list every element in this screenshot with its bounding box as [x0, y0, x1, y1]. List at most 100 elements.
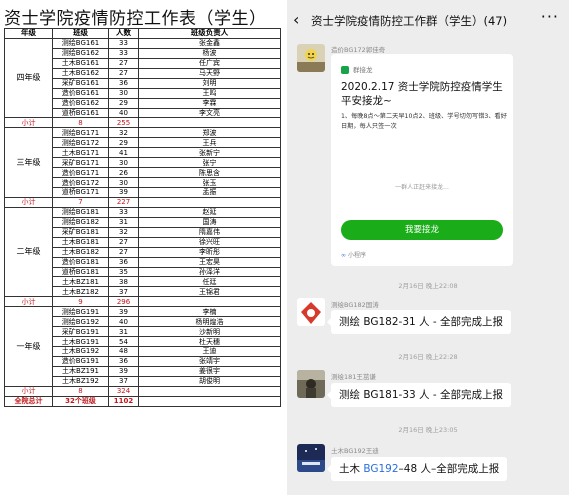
- cell-class[interactable]: 造价BG172: [52, 177, 109, 188]
- cell-class[interactable]: 造价BG171: [52, 167, 109, 179]
- cell-grade[interactable]: 四年级: [4, 37, 53, 119]
- cell-leader[interactable]: 李楠: [138, 306, 281, 318]
- cell-class[interactable]: 土木BZ191: [52, 365, 109, 377]
- cell-class[interactable]: 道桥BG171: [52, 187, 109, 198]
- cell-grade[interactable]: 小计: [4, 385, 53, 397]
- more-icon[interactable]: ···: [541, 8, 559, 26]
- cell-count[interactable]: 33: [108, 47, 139, 59]
- cell-count[interactable]: 31: [108, 216, 139, 228]
- cell-count[interactable]: 30: [108, 157, 139, 169]
- cell-class[interactable]: 道桥BG181: [52, 266, 109, 278]
- cell-leader[interactable]: 任廷: [138, 276, 281, 288]
- message-bubble[interactable]: 测绘 BG182-31 人 - 全部完成上报: [327, 310, 511, 334]
- message-bubble[interactable]: 测绘 BG181-33 人 - 全部完成上报: [327, 383, 511, 407]
- jielong-card[interactable]: 群接龙 2020.2.17 资士学院防控疫情学生平安接龙~ 1、每晚8点～第二天…: [331, 54, 513, 266]
- cell-leader[interactable]: [138, 196, 281, 208]
- cell-leader[interactable]: 孙泽洋: [138, 266, 281, 278]
- cell-count[interactable]: 35: [108, 266, 139, 278]
- cell-class[interactable]: 土木BG181: [52, 236, 109, 248]
- cell-class[interactable]: 土木BZ182: [52, 286, 109, 298]
- cell-grade[interactable]: 小计: [4, 196, 53, 208]
- cell-class[interactable]: 造价BG161: [52, 87, 109, 99]
- cell-count[interactable]: 37: [108, 286, 139, 298]
- cell-leader[interactable]: 李昕彤: [138, 246, 281, 258]
- cell-leader[interactable]: 姜很宇: [138, 365, 281, 377]
- cell-count[interactable]: 27: [108, 67, 139, 79]
- cell-count[interactable]: 36: [108, 77, 139, 89]
- cell-leader[interactable]: [138, 395, 281, 407]
- cell-grade[interactable]: 小计: [4, 296, 53, 308]
- cell-class[interactable]: 造价BG181: [52, 256, 109, 268]
- join-jielong-button[interactable]: 我要接龙: [341, 220, 503, 240]
- cell-leader[interactable]: 任广宾: [138, 57, 281, 69]
- cell-count[interactable]: 33: [108, 206, 139, 218]
- cell-leader[interactable]: 沙新明: [138, 326, 281, 338]
- cell-count[interactable]: 1102: [108, 395, 139, 407]
- cell-leader[interactable]: 杨波: [138, 47, 281, 59]
- cell-leader[interactable]: 孟振: [138, 187, 281, 198]
- cell-leader[interactable]: 郑波: [138, 127, 281, 139]
- cell-count[interactable]: 37: [108, 375, 139, 387]
- cell-leader[interactable]: 张金鑫: [138, 37, 281, 49]
- cell-class[interactable]: 测绘BG192: [52, 316, 109, 328]
- cell-count[interactable]: 32: [108, 127, 139, 139]
- cell-leader[interactable]: [138, 296, 281, 308]
- cell-count[interactable]: 32: [108, 226, 139, 238]
- cell-count[interactable]: 36: [108, 256, 139, 268]
- cell-class[interactable]: 采矿BG191: [52, 326, 109, 338]
- cell-leader[interactable]: 李霖: [138, 97, 281, 109]
- cell-class[interactable]: 土木BZ181: [52, 276, 109, 288]
- cell-count[interactable]: 29: [108, 137, 139, 149]
- message-bubble[interactable]: 土木 BG192–48 人–全部完成上报: [326, 457, 508, 481]
- cell-count[interactable]: 40: [108, 107, 139, 119]
- cell-count[interactable]: 30: [108, 177, 139, 188]
- cell-class[interactable]: 采矿BG171: [52, 157, 109, 169]
- cell-class[interactable]: 测绘BG161: [52, 37, 109, 49]
- cell-count[interactable]: 227: [108, 196, 139, 208]
- cell-leader[interactable]: 李文亮: [138, 107, 281, 119]
- cell-class[interactable]: 32个班级: [52, 395, 109, 407]
- cell-leader[interactable]: 王鸣: [138, 87, 281, 99]
- cell-leader[interactable]: 胡俊明: [138, 375, 281, 387]
- cell-count[interactable]: 27: [108, 236, 139, 248]
- cell-class[interactable]: 测绘BG191: [52, 306, 109, 318]
- cell-leader[interactable]: 张宁: [138, 157, 281, 169]
- cell-count[interactable]: 39: [108, 187, 139, 198]
- cell-class[interactable]: 土木BG161: [52, 57, 109, 69]
- cell-leader[interactable]: 王兵: [138, 137, 281, 149]
- cell-class[interactable]: 采矿BG161: [52, 77, 109, 89]
- cell-grade[interactable]: 一年级: [4, 306, 53, 387]
- cell-count[interactable]: 39: [108, 365, 139, 377]
- cell-leader[interactable]: 徐兴旺: [138, 236, 281, 248]
- cell-class[interactable]: 土木BG192: [52, 346, 109, 357]
- cell-class[interactable]: 测绘BG172: [52, 137, 109, 149]
- cell-leader[interactable]: 马天野: [138, 67, 281, 79]
- cell-leader[interactable]: 杨明煌浩: [138, 316, 281, 328]
- cell-count[interactable]: 255: [108, 117, 139, 129]
- cell-count[interactable]: 33: [108, 37, 139, 49]
- cell-class[interactable]: 土木BG162: [52, 67, 109, 79]
- cell-count[interactable]: 324: [108, 385, 139, 397]
- cell-leader[interactable]: 王宏昊: [138, 256, 281, 268]
- class-link[interactable]: BG192: [363, 463, 398, 475]
- cell-class[interactable]: 造价BG191: [52, 355, 109, 367]
- cell-class[interactable]: 道桥BG161: [52, 107, 109, 119]
- cell-count[interactable]: 36: [108, 355, 139, 367]
- cell-leader[interactable]: [138, 117, 281, 129]
- avatar[interactable]: [297, 444, 325, 472]
- cell-count[interactable]: 30: [108, 87, 139, 99]
- cell-leader[interactable]: 刘明: [138, 77, 281, 89]
- cell-leader[interactable]: 张玉: [138, 177, 281, 188]
- cell-leader[interactable]: 隋嘉伟: [138, 226, 281, 238]
- cell-class[interactable]: 土木BG182: [52, 246, 109, 258]
- cell-class[interactable]: 土木BG191: [52, 336, 109, 347]
- cell-class[interactable]: 7: [52, 196, 109, 208]
- cell-leader[interactable]: 张新宁: [138, 147, 281, 159]
- cell-leader[interactable]: 赵延: [138, 206, 281, 218]
- cell-leader[interactable]: 国涛: [138, 216, 281, 228]
- cell-count[interactable]: 31: [108, 326, 139, 338]
- avatar[interactable]: [297, 44, 325, 72]
- cell-class[interactable]: 9: [52, 296, 109, 308]
- cell-class[interactable]: 8: [52, 385, 109, 397]
- cell-grade[interactable]: 二年级: [4, 206, 53, 298]
